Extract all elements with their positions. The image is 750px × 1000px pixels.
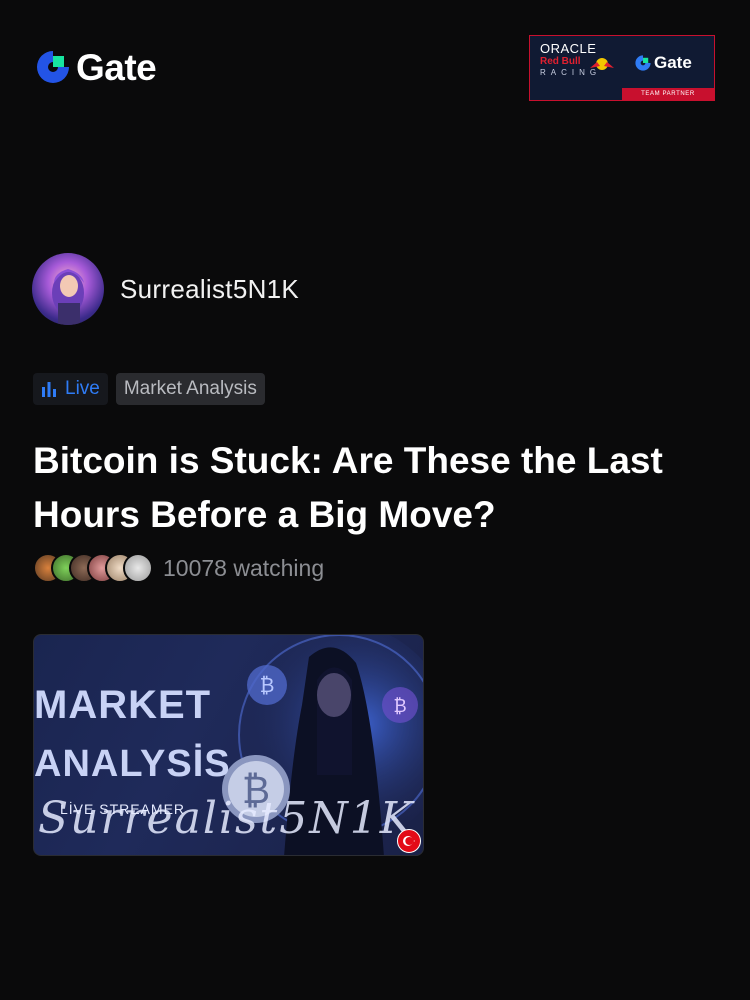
live-bars-icon [42,382,56,397]
category-tag[interactable]: Market Analysis [115,373,265,405]
live-stream-card-page: Gate ORACLE Red Bull RACING Gate TEAM PA… [0,0,750,1000]
thumbnail-subtitle: LİVE STREAMER [60,801,186,817]
author-name[interactable]: Surrealist5N1K [120,274,299,305]
partner-banner[interactable]: ORACLE Red Bull RACING Gate TEAM PARTNER [529,35,715,101]
post-title[interactable]: Bitcoin is Stuck: Are These the Last Hou… [33,434,713,542]
stream-thumbnail[interactable]: ₿ ₿ ₿ MARKET ANALYSİS Surrealist5N1K LİV… [33,634,424,856]
partner-gate-text: Gate [654,53,692,72]
brand-name: Gate [76,46,157,88]
thumbnail-title-line1: MARKET [34,683,212,727]
svg-text:₿: ₿ [260,673,275,697]
viewer-avatar [123,553,153,583]
gate-logo[interactable]: Gate [34,46,157,88]
partner-oracle-text: ORACLE [540,41,597,56]
watching-count: 10078 watching [163,554,325,581]
tag-row: Live Market Analysis [33,373,265,405]
gate-logo-icon [37,51,69,83]
avatar[interactable] [32,253,104,325]
gate-small-logo-icon [635,55,651,71]
turkey-flag-icon [397,829,421,853]
thumbnail-title-line2: ANALYSİS [34,743,231,785]
team-partner-badge: TEAM PARTNER [622,88,714,100]
red-bull-icon [590,58,614,70]
live-label: Live [65,378,100,399]
watching-row: 10078 watching [33,553,324,583]
svg-text:₿: ₿ [393,696,406,717]
author-row[interactable]: Surrealist5N1K [32,253,299,325]
viewer-avatars [33,553,153,583]
live-badge: Live [33,373,108,405]
avatar-portrait-icon [52,269,84,325]
